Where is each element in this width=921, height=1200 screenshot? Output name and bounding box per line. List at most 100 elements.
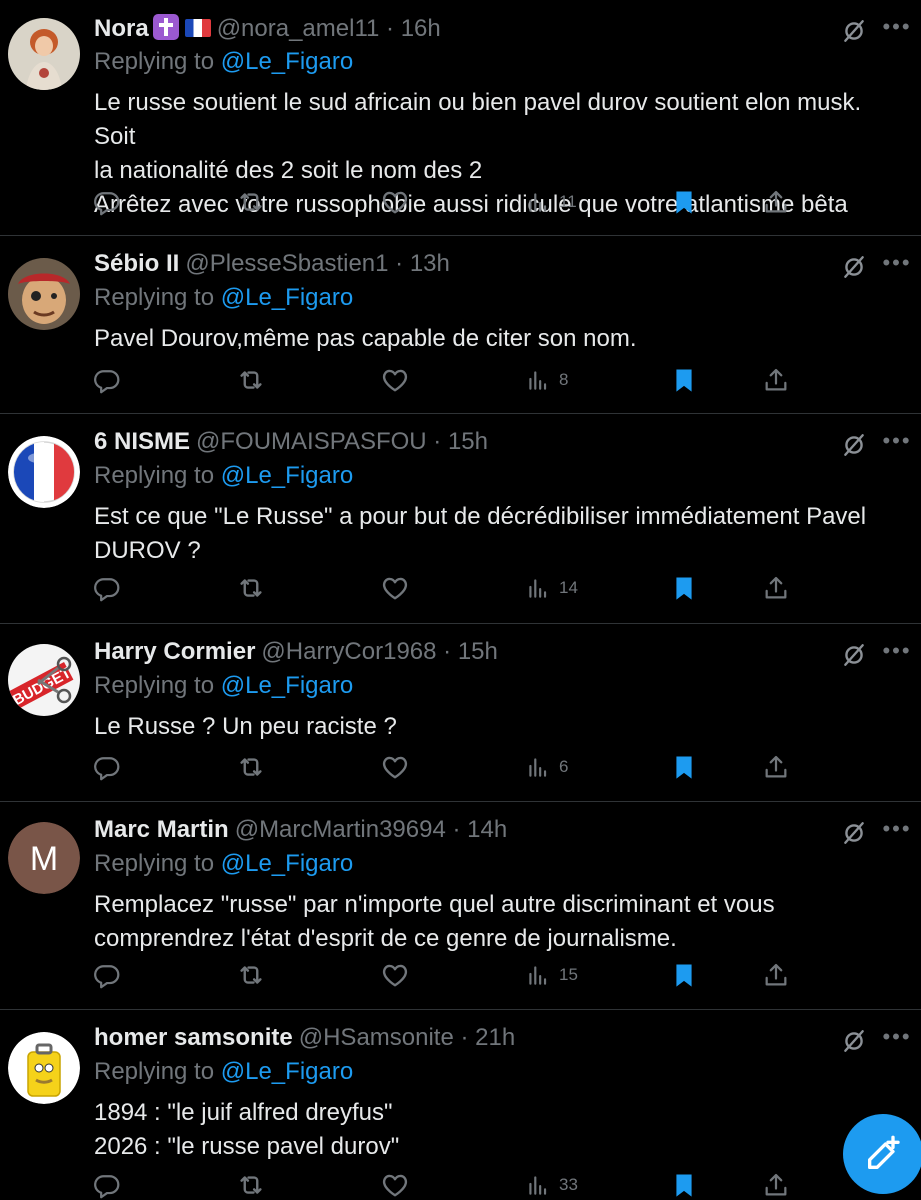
reply-tweet[interactable]: M Marc Martin @MarcMartin39694 · 14h Repl… — [0, 802, 921, 1010]
grok-icon[interactable] — [841, 18, 867, 44]
reply-tweet[interactable]: Nora @nora_amel11 · 16h Replying to @Le_F… — [0, 0, 921, 236]
handle-and-time[interactable]: @PlesseSbastien1 · 13h — [185, 250, 450, 277]
views-button[interactable]: 6 — [525, 752, 568, 782]
reply-button[interactable] — [93, 187, 121, 217]
like-button[interactable] — [380, 960, 410, 990]
reply-button[interactable] — [93, 573, 121, 603]
bookmark-button[interactable] — [670, 1170, 698, 1200]
bookmark-button[interactable] — [670, 573, 698, 603]
share-button[interactable] — [762, 1170, 790, 1200]
handle-and-time[interactable]: @nora_amel11 · 16h — [217, 15, 441, 42]
tweet-text-line: Pavel Dourov,même pas capable de citer s… — [94, 325, 637, 352]
grok-icon[interactable] — [841, 820, 867, 846]
share-button[interactable] — [762, 573, 790, 603]
more-icon[interactable]: ••• — [877, 16, 917, 46]
replying-to: Replying to @Le_Figaro — [94, 672, 353, 700]
reply-tweet[interactable]: BUDGET Harry Cormier @HarryCor1968 · 15h … — [0, 624, 921, 802]
replying-mention-link[interactable]: @Le_Figaro — [221, 462, 353, 489]
views-icon — [525, 962, 551, 988]
avatar[interactable] — [8, 18, 80, 90]
handle-and-time[interactable]: @MarcMartin39694 · 14h — [235, 816, 507, 843]
handle-and-time[interactable]: @FOUMAISPASFOU · 15h — [196, 428, 488, 455]
retweet-button[interactable] — [236, 187, 266, 217]
avatar[interactable]: M — [8, 822, 80, 894]
views-button[interactable]: 14 — [525, 573, 578, 603]
share-button[interactable] — [762, 365, 790, 395]
grok-icon[interactable] — [841, 1028, 867, 1054]
retweet-button[interactable] — [236, 1170, 266, 1200]
replying-to: Replying to @Le_Figaro — [94, 850, 353, 878]
replying-label: Replying to — [94, 48, 221, 75]
replying-mention-link[interactable]: @Le_Figaro — [221, 850, 353, 877]
avatar[interactable] — [8, 1032, 80, 1104]
reply-button[interactable] — [93, 365, 121, 395]
avatar[interactable]: BUDGET — [8, 644, 80, 716]
avatar[interactable] — [8, 436, 80, 508]
retweet-button[interactable] — [236, 573, 266, 603]
reply-button[interactable] — [93, 752, 121, 782]
reply-tweet[interactable]: homer samsonite @HSamsonite · 21h Replyin… — [0, 1010, 921, 1200]
more-icon[interactable]: ••• — [877, 252, 917, 282]
replying-mention-link[interactable]: @Le_Figaro — [221, 672, 353, 699]
replying-mention-link[interactable]: @Le_Figaro — [221, 48, 353, 75]
grok-icon[interactable] — [841, 642, 867, 668]
tweet-header: homer samsonite @HSamsonite · 21h — [94, 1024, 811, 1052]
reply-tweet[interactable]: Sébio II @PlesseSbastien1 · 13h Replying … — [0, 236, 921, 414]
grok-icon[interactable] — [841, 254, 867, 280]
reply-icon — [93, 961, 121, 989]
views-icon — [525, 367, 551, 393]
bookmark-button[interactable] — [670, 365, 698, 395]
more-icon[interactable]: ••• — [877, 430, 917, 460]
bookmark-button[interactable] — [670, 960, 698, 990]
display-name[interactable]: Marc Martin — [94, 816, 229, 843]
views-count: 6 — [559, 757, 569, 776]
like-button[interactable] — [380, 752, 410, 782]
share-icon — [762, 753, 790, 781]
reply-button[interactable] — [93, 1170, 121, 1200]
handle-and-time[interactable]: @HarryCor1968 · 15h — [261, 638, 497, 665]
share-button[interactable] — [762, 187, 790, 217]
like-button[interactable] — [380, 187, 410, 217]
more-icon[interactable]: ••• — [877, 1026, 917, 1056]
avatar[interactable] — [8, 258, 80, 330]
retweet-icon — [236, 1170, 266, 1200]
views-button[interactable]: 11 — [525, 187, 577, 217]
display-name[interactable]: homer samsonite — [94, 1024, 293, 1051]
tweet-header: 6 NISME @FOUMAISPASFOU · 15h — [94, 428, 811, 456]
french-flag-emoji — [184, 19, 211, 37]
grok-icon[interactable] — [841, 432, 867, 458]
more-icon[interactable]: ••• — [877, 640, 917, 670]
display-name[interactable]: 6 NISME — [94, 428, 190, 455]
like-button[interactable] — [380, 1170, 410, 1200]
retweet-button[interactable] — [236, 365, 266, 395]
views-button[interactable]: 8 — [525, 365, 568, 395]
handle-and-time[interactable]: @HSamsonite · 21h — [299, 1024, 515, 1051]
bookmark-icon — [670, 1171, 698, 1199]
retweet-icon — [236, 752, 266, 782]
action-bar: 14 — [0, 573, 921, 603]
share-icon — [762, 366, 790, 394]
views-button[interactable]: 15 — [525, 960, 578, 990]
like-button[interactable] — [380, 365, 410, 395]
reply-button[interactable] — [93, 960, 121, 990]
retweet-icon — [236, 960, 266, 990]
views-button[interactable]: 33 — [525, 1170, 578, 1200]
like-button[interactable] — [380, 573, 410, 603]
more-icon[interactable]: ••• — [877, 818, 917, 848]
bookmark-button[interactable] — [670, 187, 698, 217]
compose-button[interactable] — [843, 1114, 921, 1194]
bookmark-button[interactable] — [670, 752, 698, 782]
replying-to: Replying to @Le_Figaro — [94, 1058, 353, 1086]
share-button[interactable] — [762, 752, 790, 782]
display-name[interactable]: Harry Cormier — [94, 638, 255, 665]
retweet-button[interactable] — [236, 960, 266, 990]
display-name[interactable]: Nora — [94, 15, 149, 42]
replying-mention-link[interactable]: @Le_Figaro — [221, 1058, 353, 1085]
retweet-button[interactable] — [236, 752, 266, 782]
retweet-icon — [236, 187, 266, 217]
reply-tweet[interactable]: 6 NISME @FOUMAISPASFOU · 15h Replying to … — [0, 414, 921, 624]
replying-mention-link[interactable]: @Le_Figaro — [221, 284, 353, 311]
reply-icon — [93, 188, 121, 216]
share-button[interactable] — [762, 960, 790, 990]
display-name[interactable]: Sébio II — [94, 250, 179, 277]
